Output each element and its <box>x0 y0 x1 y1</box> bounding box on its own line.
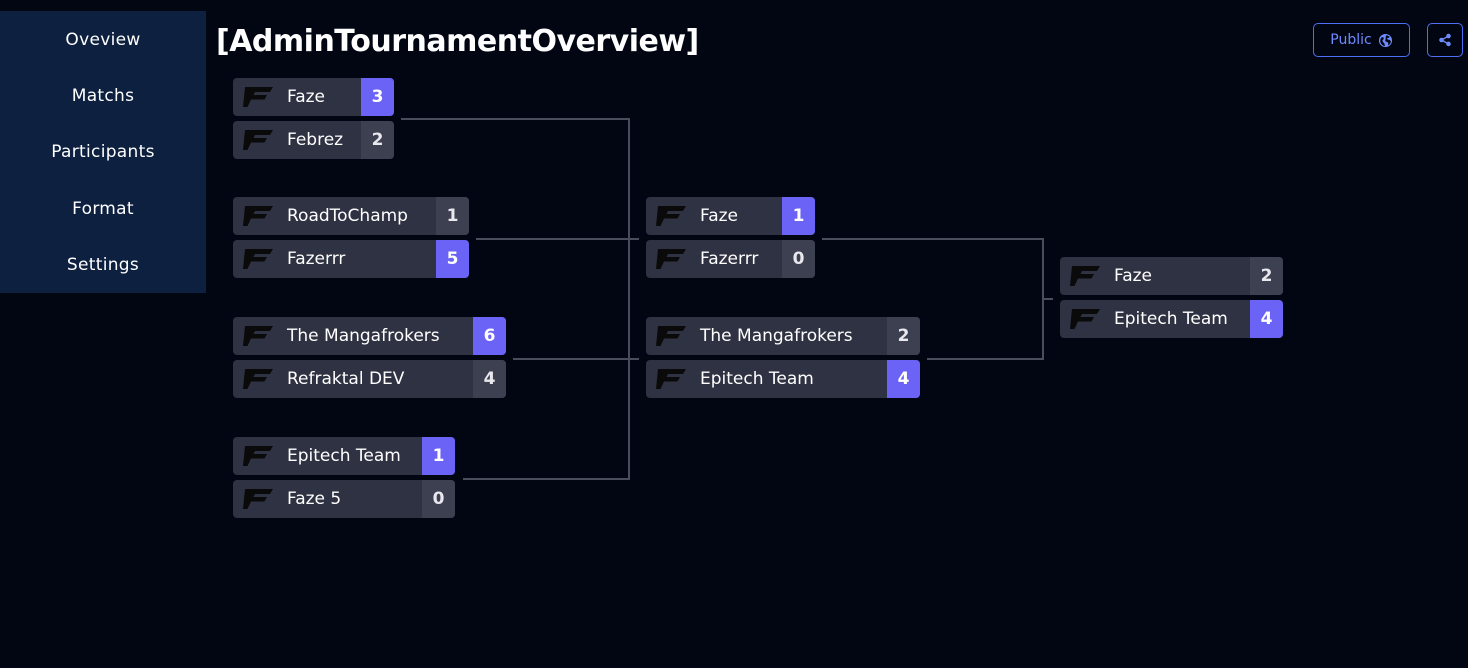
team-name: Refraktal DEV <box>287 369 405 389</box>
match-r2-m1: Faze 1 Fazerrr 0 <box>646 197 815 278</box>
team-row[interactable]: The Mangafrokers 6 <box>233 317 506 355</box>
faze-clan-logo-icon <box>1070 309 1100 329</box>
faze-clan-logo-icon <box>243 369 273 389</box>
team-name: Faze 5 <box>287 489 342 509</box>
faze-clan-logo-icon <box>1070 266 1100 286</box>
team-row[interactable]: Fazerrr 5 <box>233 240 469 278</box>
team-score: 6 <box>473 317 506 355</box>
team-score: 1 <box>782 197 815 235</box>
team-score: 2 <box>1250 257 1283 295</box>
team-name: The Mangafrokers <box>700 326 853 346</box>
faze-clan-logo-icon <box>656 206 686 226</box>
match-r1-m4: Epitech Team 1 Faze 5 0 <box>233 437 455 518</box>
team-row[interactable]: Faze 1 <box>646 197 815 235</box>
team-score: 1 <box>436 197 469 235</box>
team-name: Epitech Team <box>1114 309 1228 329</box>
faze-clan-logo-icon <box>656 249 686 269</box>
team-row[interactable]: Epitech Team 4 <box>646 360 920 398</box>
team-score: 5 <box>436 240 469 278</box>
team-name: Faze <box>700 206 739 226</box>
team-score: 1 <box>422 437 455 475</box>
faze-clan-logo-icon <box>243 87 273 107</box>
team-row[interactable]: Fazerrr 0 <box>646 240 815 278</box>
faze-clan-logo-icon <box>656 369 686 389</box>
team-row[interactable]: Refraktal DEV 4 <box>233 360 506 398</box>
match-r2-m2: The Mangafrokers 2 Epitech Team 4 <box>646 317 920 398</box>
team-row[interactable]: RoadToChamp 1 <box>233 197 469 235</box>
faze-clan-logo-icon <box>656 326 686 346</box>
team-name: Faze <box>1114 266 1153 286</box>
team-score: 4 <box>887 360 920 398</box>
team-name: Epitech Team <box>287 446 401 466</box>
faze-clan-logo-icon <box>243 249 273 269</box>
team-score: 2 <box>361 121 394 159</box>
team-score: 0 <box>422 480 455 518</box>
team-score: 3 <box>361 78 394 116</box>
team-row[interactable]: Faze 2 <box>1060 257 1283 295</box>
team-row[interactable]: Faze 3 <box>233 78 394 116</box>
team-score: 4 <box>1250 300 1283 338</box>
match-r1-m1: Faze 3 Febrez 2 <box>233 78 394 159</box>
faze-clan-logo-icon <box>243 446 273 466</box>
match-r1-m3: The Mangafrokers 6 Refraktal DEV 4 <box>233 317 506 398</box>
team-row[interactable]: Epitech Team 1 <box>233 437 455 475</box>
team-name: Fazerrr <box>287 249 346 269</box>
match-final: Faze 2 Epitech Team 4 <box>1060 257 1283 338</box>
match-r1-m2: RoadToChamp 1 Fazerrr 5 <box>233 197 469 278</box>
faze-clan-logo-icon <box>243 326 273 346</box>
team-name: RoadToChamp <box>287 206 408 226</box>
team-score: 4 <box>473 360 506 398</box>
team-score: 0 <box>782 240 815 278</box>
faze-clan-logo-icon <box>243 206 273 226</box>
faze-clan-logo-icon <box>243 489 273 509</box>
team-row[interactable]: The Mangafrokers 2 <box>646 317 920 355</box>
team-row[interactable]: Faze 5 0 <box>233 480 455 518</box>
team-row[interactable]: Epitech Team 4 <box>1060 300 1283 338</box>
team-row[interactable]: Febrez 2 <box>233 121 394 159</box>
team-name: Fazerrr <box>700 249 759 269</box>
team-name: Febrez <box>287 130 344 150</box>
faze-clan-logo-icon <box>243 130 273 150</box>
team-name: Epitech Team <box>700 369 814 389</box>
team-score: 2 <box>887 317 920 355</box>
team-name: The Mangafrokers <box>287 326 440 346</box>
connector-r1-top <box>401 118 630 480</box>
team-name: Faze <box>287 87 326 107</box>
